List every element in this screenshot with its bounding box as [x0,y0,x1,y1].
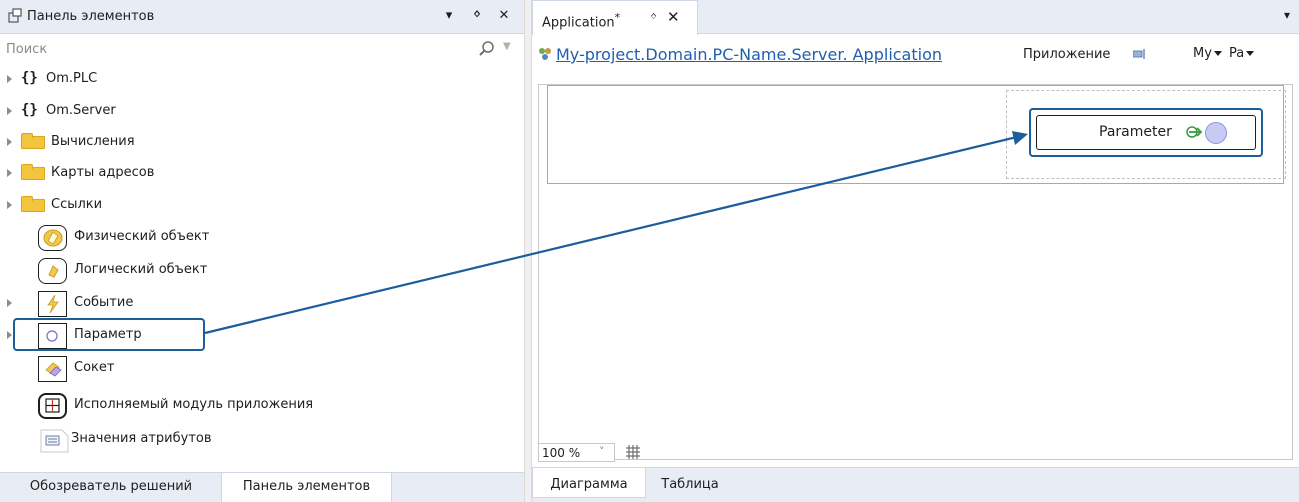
tab-table[interactable]: Таблица [648,468,732,498]
expand-arrow-icon[interactable] [7,138,12,146]
toolbox-item-om-server[interactable]: {} Om.Server [0,96,430,126]
toolbox-item-label: Вычисления [51,134,135,149]
toolbox-item-label: Физический объект [74,229,210,244]
toolbox-header: Панель элементов ▾ ᛜ ✕ [0,0,524,34]
tab-toolbox[interactable]: Панель элементов [221,473,392,502]
chevron-down-icon: ˅ [599,445,605,458]
tab-solution-explorer[interactable]: Обозреватель решений [0,473,220,502]
document-panel: Application* ᛜ ✕ ▾ My-project.Domain.PC-… [532,0,1299,502]
tab-diagram[interactable]: Диаграмма [532,468,646,498]
physical-object-icon [38,225,67,251]
tab-application[interactable]: Application* ᛜ ✕ [532,0,698,35]
folder-icon [21,133,45,149]
namespace-icon: {} [21,102,38,118]
tab-close-icon[interactable]: ✕ [667,8,680,26]
toolbox-item-label: Om.Server [46,103,116,118]
expand-arrow-icon[interactable] [7,75,12,83]
toolbox-item-label: Событие [74,295,134,310]
search-row: ▼ [0,34,524,64]
parameter-node-label: Parameter [1099,124,1172,140]
toolbox-item-label: Исполняемый модуль приложения [74,397,314,412]
panel-splitter[interactable] [524,0,532,502]
modified-indicator: * [614,11,621,24]
search-input[interactable] [6,39,446,59]
socket-icon [38,356,67,382]
zoom-value: 100 % [542,446,581,460]
expand-arrow-icon[interactable] [7,331,12,339]
close-icon[interactable]: ✕ [496,8,512,23]
toolbox-item-om-plc[interactable]: {} Om.PLC [0,64,430,94]
left-bottom-tabs: Обозреватель решений Панель элементов [0,472,524,502]
document-tabstrip: Application* ᛜ ✕ ▾ [532,0,1299,35]
combo-1-dropdown[interactable]: My [1193,46,1222,61]
toolbox-item-label: Ссылки [51,197,103,212]
toolbox-item-label: Значения атрибутов [71,431,212,446]
expand-arrow-icon[interactable] [7,299,12,307]
toolbox-item-app-module[interactable]: Исполняемый модуль приложения [0,390,430,420]
document-bottom-tabs: Диаграмма Таблица [532,467,1299,502]
diagram-canvas[interactable]: Parameter [538,84,1293,460]
toolbox-icon [8,8,22,23]
toolbox-item-attribute-values[interactable]: Значения атрибутов [0,424,430,454]
toolbox-item-label: Карты адресов [51,165,155,180]
parameter-port-icon[interactable] [1205,122,1227,144]
toolbox-item-calculations[interactable]: Вычисления [0,127,430,157]
parameter-highlight-frame [13,318,205,351]
search-options-chevron-icon[interactable]: ▼ [503,41,511,52]
grid-toggle-icon[interactable] [625,444,641,460]
expand-arrow-icon[interactable] [7,107,12,115]
event-icon [38,291,67,317]
app-module-icon [38,393,67,419]
search-icon[interactable] [478,40,496,58]
toolbox-item-links[interactable]: Ссылки [0,190,430,220]
tab-list-menu-icon[interactable]: ▾ [1284,8,1290,22]
expand-arrow-icon[interactable] [7,169,12,177]
tab-pin-icon[interactable]: ᛜ [650,10,657,24]
toolbox-item-label: Сокет [74,360,115,375]
tab-title: Application* [542,11,621,31]
breadcrumb-link[interactable]: My-project.Domain.PC-Name.Server. Applic… [556,45,942,64]
toolbox-item-label: Om.PLC [46,71,98,86]
zoom-select[interactable]: 100 % ˅ [538,443,615,462]
toolbox-panel: Панель элементов ▾ ᛜ ✕ ▼ {} Om.PLC {} Om… [0,0,524,502]
toolbox-item-socket[interactable]: Сокет [0,353,430,383]
combo-2-dropdown[interactable]: Pa [1229,46,1255,61]
breadcrumb-bar: My-project.Domain.PC-Name.Server. Applic… [532,34,1299,72]
namespace-icon: {} [21,70,38,86]
toolbox-item-logical-object[interactable]: Логический объект [0,255,430,285]
folder-icon [21,196,45,212]
toolbox-item-address-maps[interactable]: Карты адресов [0,158,430,188]
toolbox-title: Панель элементов [27,9,155,24]
chevron-down-icon [1213,51,1222,56]
toolbox-item-event[interactable]: Событие [0,288,430,318]
expand-arrow-icon[interactable] [7,201,12,209]
folder-icon [21,164,45,180]
output-arrow-icon [1186,126,1203,138]
application-icon [539,48,551,60]
type-list-icon[interactable] [1133,49,1146,59]
toolbox-item-physical-object[interactable]: Физический объект [0,222,430,252]
type-label: Приложение [1023,47,1111,62]
attribute-values-icon [40,427,69,453]
pin-icon[interactable]: ᛜ [469,8,485,23]
parameter-node[interactable]: Parameter [1036,115,1256,150]
panel-dropdown-button[interactable]: ▾ [441,8,457,23]
logical-object-icon [38,258,67,284]
chevron-down-icon [1246,51,1255,56]
toolbox-item-label: Логический объект [74,262,208,277]
